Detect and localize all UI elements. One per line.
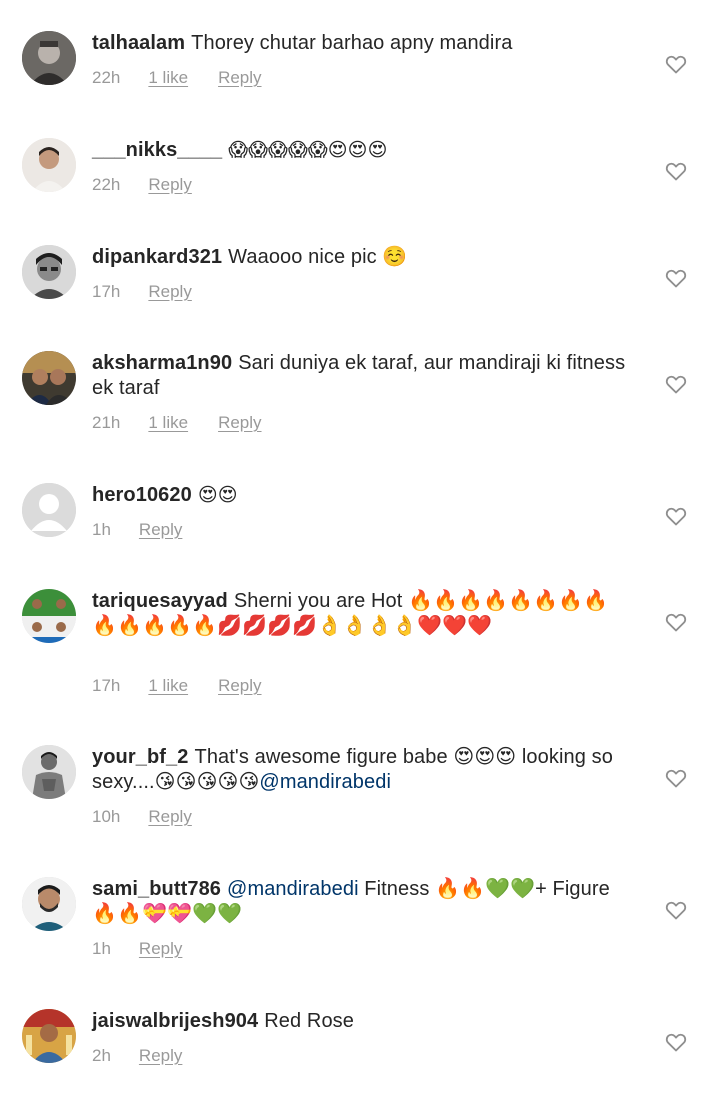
- comment-meta: 22h 1 like Reply: [92, 68, 262, 88]
- reply-button[interactable]: Reply: [148, 282, 191, 302]
- comment-username[interactable]: aksharma1n90: [92, 352, 232, 374]
- comment-username[interactable]: ___nikks____: [92, 139, 222, 161]
- heart-outline-icon[interactable]: [664, 159, 688, 183]
- comment-time: 22h: [92, 68, 121, 87]
- avatar[interactable]: [22, 589, 76, 643]
- comment-text: aksharma1n90 Sari duniya ek taraf, aur ma…: [92, 351, 632, 401]
- mention-link[interactable]: @mandirabedi: [259, 771, 391, 793]
- heart-outline-icon[interactable]: [664, 766, 688, 790]
- comment-username[interactable]: dipankard321: [92, 246, 222, 268]
- heart-outline-icon[interactable]: [664, 898, 688, 922]
- heart-outline-icon[interactable]: [664, 1030, 688, 1054]
- reply-button[interactable]: Reply: [139, 520, 182, 540]
- comment-username[interactable]: your_bf_2: [92, 746, 189, 768]
- comment-body: Red Rose: [264, 1010, 354, 1032]
- comment-meta: 1h Reply: [92, 939, 182, 959]
- comment-text: hero10620 😍😍: [92, 483, 632, 508]
- comment-likes-link[interactable]: 1 like: [148, 413, 188, 433]
- heart-outline-icon[interactable]: [664, 372, 688, 396]
- comment-likes-link[interactable]: 1 like: [148, 68, 188, 88]
- reply-button[interactable]: Reply: [218, 676, 261, 696]
- heart-outline-icon[interactable]: [664, 266, 688, 290]
- comment-meta: 1h Reply: [92, 520, 182, 540]
- avatar[interactable]: [22, 745, 76, 799]
- comment-text: dipankard321 Waaooo nice pic ☺️: [92, 245, 632, 270]
- comment-username[interactable]: jaiswalbrijesh904: [92, 1010, 258, 1032]
- reply-button[interactable]: Reply: [148, 807, 191, 827]
- comment-meta: 21h 1 like Reply: [92, 413, 262, 433]
- comment-username[interactable]: talhaalam: [92, 32, 185, 54]
- reply-button[interactable]: Reply: [218, 413, 261, 433]
- comment-body: Thorey chutar barhao apny mandira: [191, 32, 513, 54]
- comment-text: sami_butt786 @mandirabedi Fitness 🔥🔥💚💚+ F…: [92, 877, 632, 927]
- avatar[interactable]: [22, 483, 76, 537]
- comment-text: talhaalam Thorey chutar barhao apny mandi…: [92, 31, 632, 56]
- comment-body: 😍😍: [197, 484, 238, 506]
- avatar[interactable]: [22, 245, 76, 299]
- reply-button[interactable]: Reply: [148, 175, 191, 195]
- comment-username[interactable]: hero10620: [92, 484, 192, 506]
- comment-body: 😱😱😱😱😱😍😍😍: [228, 139, 388, 161]
- comment-body: Waaooo nice pic ☺️: [228, 246, 408, 268]
- comment-meta: 17h Reply: [92, 282, 192, 302]
- comment-text: tariquesayyad Sherni you are Hot 🔥🔥🔥🔥🔥🔥🔥🔥…: [92, 589, 622, 639]
- comment-text: your_bf_2 That's awesome figure babe 😍😍😍 …: [92, 745, 632, 795]
- avatar[interactable]: [22, 31, 76, 85]
- comment-username[interactable]: sami_butt786: [92, 878, 221, 900]
- avatar[interactable]: [22, 877, 76, 931]
- comment-time: 17h: [92, 282, 121, 301]
- comment-text: ___nikks____ 😱😱😱😱😱😍😍😍: [92, 138, 632, 163]
- heart-outline-icon[interactable]: [664, 52, 688, 76]
- reply-button[interactable]: Reply: [218, 68, 261, 88]
- reply-button[interactable]: Reply: [139, 1046, 182, 1066]
- avatar[interactable]: [22, 351, 76, 405]
- comment-likes-link[interactable]: 1 like: [148, 676, 188, 696]
- comment-meta: 22h Reply: [92, 175, 192, 195]
- comment-meta: 17h 1 like Reply: [92, 676, 262, 696]
- comment-meta: 10h Reply: [92, 807, 192, 827]
- reply-button[interactable]: Reply: [139, 939, 182, 959]
- avatar[interactable]: [22, 1009, 76, 1063]
- avatar[interactable]: [22, 138, 76, 192]
- comment-time: 1h: [92, 939, 111, 958]
- mention-link[interactable]: @mandirabedi: [227, 878, 359, 900]
- heart-outline-icon[interactable]: [664, 610, 688, 634]
- comment-time: 22h: [92, 175, 121, 194]
- heart-outline-icon[interactable]: [664, 504, 688, 528]
- comment-text: jaiswalbrijesh904 Red Rose: [92, 1009, 632, 1034]
- comment-time: 1h: [92, 520, 111, 539]
- comment-time: 17h: [92, 676, 121, 695]
- comment-meta: 2h Reply: [92, 1046, 182, 1066]
- comment-time: 21h: [92, 413, 121, 432]
- comment-username[interactable]: tariquesayyad: [92, 590, 228, 612]
- comment-time: 10h: [92, 807, 121, 826]
- comment-time: 2h: [92, 1046, 111, 1065]
